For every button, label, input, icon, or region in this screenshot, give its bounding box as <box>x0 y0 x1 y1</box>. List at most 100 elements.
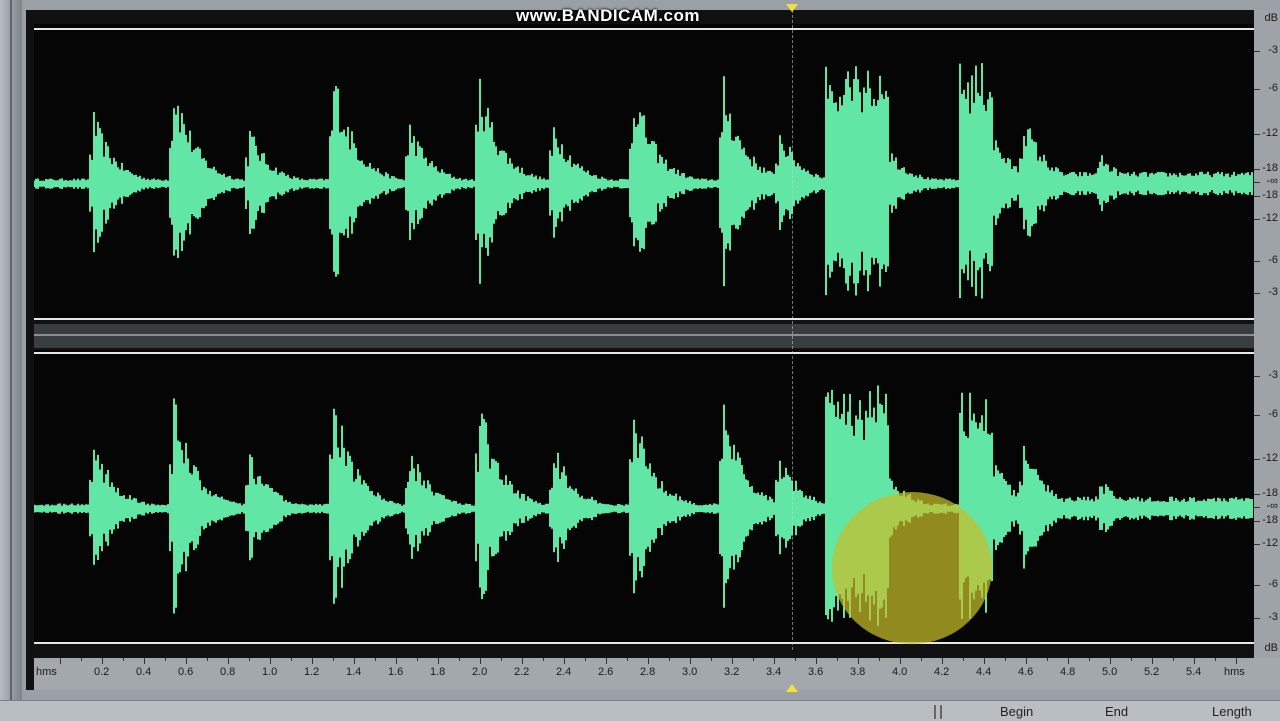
resize-grip-icon[interactable] <box>934 705 936 719</box>
ruler-tick-mark <box>417 658 418 661</box>
channel-bottom-boundary <box>34 318 1254 320</box>
ruler-tick-mark <box>732 658 733 664</box>
db-tick-mark <box>1254 494 1260 496</box>
db-tick-label: -18 <box>1262 188 1278 201</box>
ruler-tick-mark <box>312 658 313 664</box>
ruler-tick-mark <box>1047 658 1048 661</box>
ruler-tick-mark <box>816 658 817 664</box>
ruler-tick-label: 2.4 <box>556 666 572 678</box>
db-tick-mark <box>1254 260 1260 262</box>
ruler-tick-mark <box>543 658 544 661</box>
waveform-channel-2[interactable] <box>34 350 1254 644</box>
db-tick-mark <box>1254 376 1260 378</box>
ruler-tick-label: 3.2 <box>724 666 740 678</box>
ruler-tick-mark <box>354 658 355 664</box>
ruler-tick-mark <box>585 658 586 661</box>
ruler-tick-mark <box>207 658 208 661</box>
ruler-tick-label: 2.8 <box>640 666 656 678</box>
db-unit-label: dB <box>1264 12 1278 24</box>
db-tick-mark <box>1254 50 1260 52</box>
ruler-tick-mark <box>123 658 124 661</box>
ruler-tick-mark <box>648 658 649 664</box>
db-tick-mark <box>1254 617 1260 619</box>
db-tick-mark <box>1254 414 1260 416</box>
ruler-tick-label: 3.8 <box>850 666 866 678</box>
db-tick-label: -3 <box>1268 286 1278 299</box>
ruler-tick-label: 4.6 <box>1018 666 1034 678</box>
ruler-tick-mark <box>165 658 166 661</box>
ruler-tick-mark <box>753 658 754 661</box>
ruler-tick-label: 2.6 <box>598 666 614 678</box>
recorder-watermark: www.BANDICAM.com <box>516 6 700 25</box>
ruler-tick-mark <box>984 658 985 664</box>
ruler-tick-mark <box>858 658 859 664</box>
ruler-tick-mark <box>522 658 523 664</box>
waveform-editor[interactable]: dB -3 -6 -12 -18 -∞ -18 -12 -6 -3 dB -3 -6 -12 -18-… <box>26 10 1280 690</box>
ruler-tick-mark <box>228 658 229 664</box>
ruler-tick-mark <box>1026 658 1027 664</box>
ruler-tick-label: 1.2 <box>304 666 320 678</box>
ruler-unit-left: hms <box>36 666 57 678</box>
ruler-tick-mark <box>795 658 796 661</box>
ruler-tick-mark <box>333 658 334 661</box>
length-column-label: Length <box>1212 704 1252 719</box>
waveform-channel-1[interactable] <box>34 24 1254 320</box>
ruler-tick-label: 1.0 <box>262 666 278 678</box>
time-ruler[interactable]: hms hms 0.2 0.4 0.6 0.8 1.0 1.2 1.4 1.6 1.8 2.0 2.… <box>34 658 1280 690</box>
db-tick-mark <box>1254 89 1260 91</box>
db-tick-label: -12 <box>1262 212 1278 225</box>
waveform-trace <box>34 63 1253 299</box>
ruler-tick-label: 1.6 <box>388 666 404 678</box>
ruler-tick-label: 4.4 <box>976 666 992 678</box>
ruler-tick-mark <box>1215 658 1216 661</box>
ruler-tick-mark <box>900 658 901 664</box>
ruler-tick-mark <box>1131 658 1132 661</box>
channel-left-waveform-view[interactable] <box>34 24 1254 320</box>
ruler-unit-right: hms <box>1224 666 1245 678</box>
ruler-tick-mark <box>774 658 775 664</box>
ruler-tick-label: 3.6 <box>808 666 824 678</box>
ruler-tick-label: 1.8 <box>430 666 446 678</box>
ruler-tick-label: 1.4 <box>346 666 362 678</box>
db-tick-label: -18 <box>1262 487 1278 500</box>
status-bar: Begin End Length <box>0 700 1280 721</box>
left-panel-border <box>0 0 22 700</box>
db-tick-label: -6 <box>1268 578 1278 591</box>
ruler-tick-mark <box>1110 658 1111 664</box>
ruler-tick-label: 2.0 <box>472 666 488 678</box>
ruler-tick-mark <box>963 658 964 661</box>
playhead-marker-bottom[interactable] <box>786 684 798 692</box>
channel-right-waveform-view[interactable] <box>34 350 1254 644</box>
db-tick-label: -6 <box>1268 253 1278 266</box>
ruler-tick-mark <box>81 658 82 661</box>
resize-grip-icon[interactable] <box>940 705 942 719</box>
db-tick-mark <box>1254 195 1260 197</box>
db-tick-label: -12 <box>1262 537 1278 550</box>
ruler-tick-mark <box>1173 658 1174 661</box>
ruler-tick-mark <box>1236 658 1237 664</box>
ruler-tick-mark <box>270 658 271 664</box>
ruler-tick-mark <box>144 658 145 664</box>
ruler-tick-mark <box>249 658 250 661</box>
db-tick-mark <box>1254 219 1260 221</box>
ruler-tick-mark <box>375 658 376 661</box>
ruler-tick-mark <box>396 658 397 664</box>
begin-column-label: Begin <box>1000 704 1034 719</box>
channel-separator[interactable] <box>34 324 1254 348</box>
ruler-tick-mark <box>1152 658 1153 664</box>
ruler-tick-mark <box>879 658 880 661</box>
db-tick-mark <box>1254 182 1260 184</box>
waveform-trace <box>34 385 1253 626</box>
ruler-tick-mark <box>942 658 943 664</box>
audio-editor-window: dB -3 -6 -12 -18 -∞ -18 -12 -6 -3 dB -3 -6 -12 -18-… <box>0 0 1280 721</box>
playhead-cursor[interactable] <box>792 10 793 650</box>
ruler-tick-mark <box>837 658 838 661</box>
db-tick-label: -12 <box>1262 451 1278 464</box>
ruler-tick-label: 0.8 <box>220 666 236 678</box>
db-tick-label: -3 <box>1268 369 1278 382</box>
ruler-tick-mark <box>1068 658 1069 664</box>
playhead-marker-top[interactable] <box>786 4 798 12</box>
db-scale-channel-2: dB -3 -6 -12 -18 -∞ -18 -12 -6 -3 <box>1254 340 1280 658</box>
ruler-tick-mark <box>606 658 607 664</box>
db-tick-label: -6 <box>1268 407 1278 420</box>
